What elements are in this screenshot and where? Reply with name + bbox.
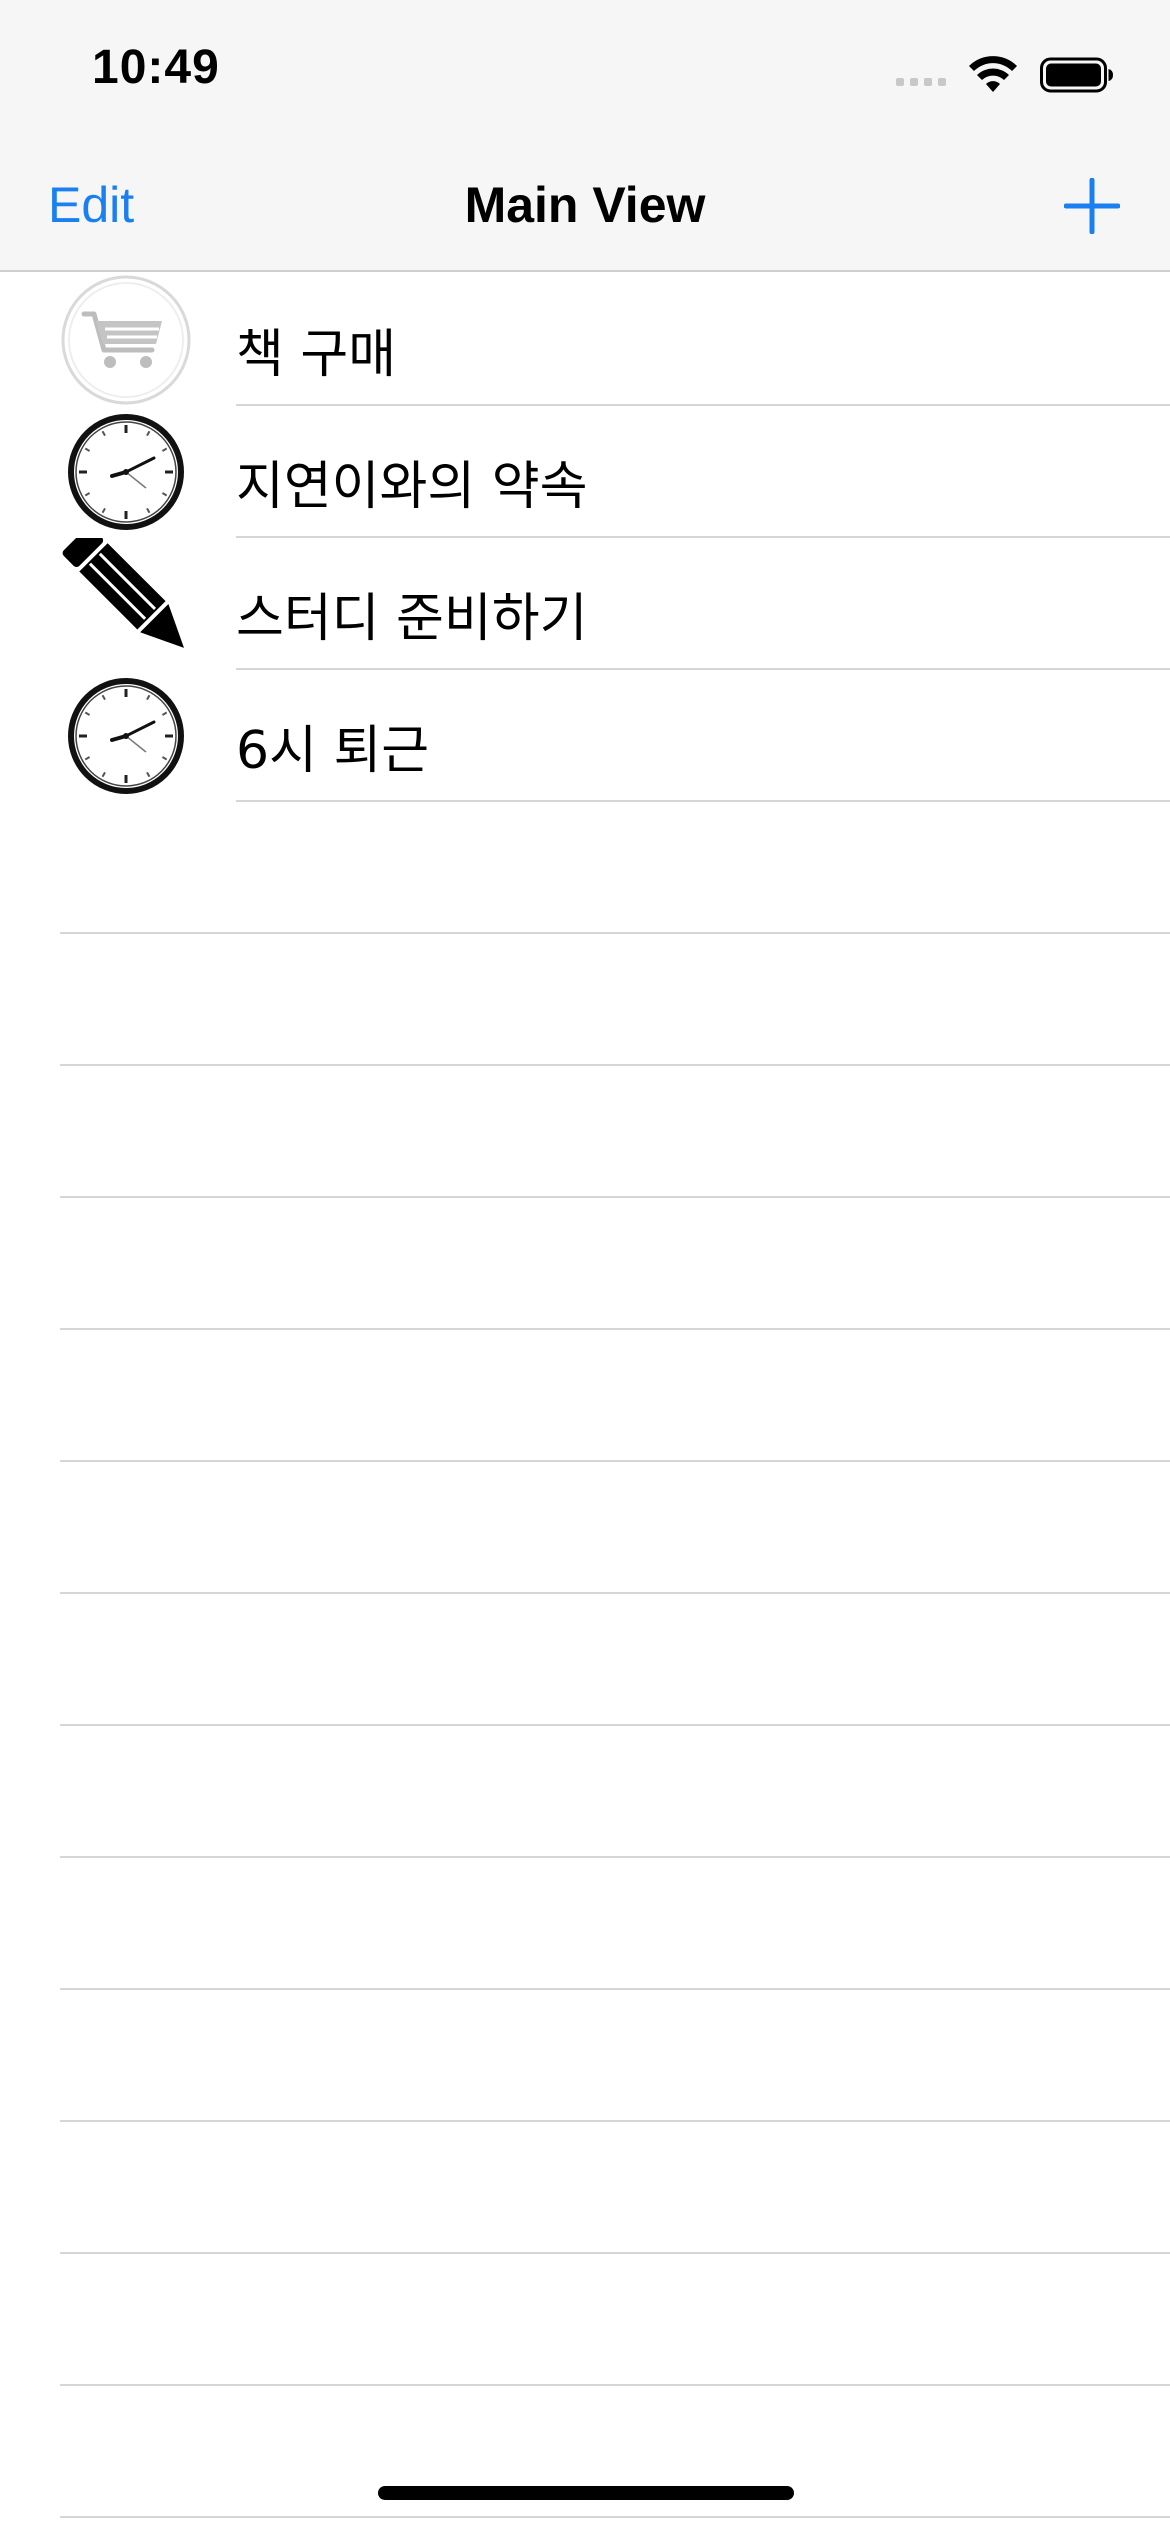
empty-row [0, 1330, 1170, 1462]
table-row[interactable]: 6시 퇴근 [0, 670, 1170, 802]
cart-icon [61, 275, 191, 405]
clock-icon [68, 414, 184, 530]
wifi-icon [969, 56, 1017, 92]
table-row[interactable]: 스터디 준비하기 [0, 538, 1170, 670]
cellular-signal-icon [896, 64, 946, 86]
empty-row [0, 2122, 1170, 2254]
empty-row [0, 2518, 1170, 2532]
empty-row [0, 1462, 1170, 1594]
plus-icon[interactable] [1064, 178, 1120, 234]
list-item-label: 6시 퇴근 [236, 721, 430, 781]
table-row[interactable]: 지연이와의 약속 [0, 406, 1170, 538]
empty-row [0, 1066, 1170, 1198]
main-screen: 10:49 Edit Main View 책 구매 지연이와의 약속 스터디 준… [0, 0, 1170, 2532]
home-indicator[interactable] [378, 2486, 794, 2500]
battery-icon [1040, 57, 1113, 93]
empty-row [0, 934, 1170, 1066]
empty-row [0, 802, 1170, 934]
empty-row [0, 1594, 1170, 1726]
list-item-label: 스터디 준비하기 [236, 589, 588, 649]
empty-row [0, 2254, 1170, 2386]
navigation-header: 10:49 Edit Main View [0, 0, 1170, 272]
pencil-icon [62, 538, 184, 648]
empty-row [0, 1726, 1170, 1858]
table-row[interactable]: 책 구매 [0, 274, 1170, 406]
clock-icon [68, 678, 184, 794]
empty-row [0, 1990, 1170, 2122]
todo-table: 책 구매 지연이와의 약속 스터디 준비하기 6시 퇴근 [0, 274, 1170, 2532]
list-item-label: 책 구매 [236, 325, 397, 385]
empty-row [0, 1858, 1170, 1990]
list-item-label: 지연이와의 약속 [236, 457, 588, 517]
page-title: Main View [464, 177, 706, 233]
status-indicators [896, 50, 1114, 100]
status-time: 10:49 [92, 41, 220, 94]
empty-row [0, 1198, 1170, 1330]
